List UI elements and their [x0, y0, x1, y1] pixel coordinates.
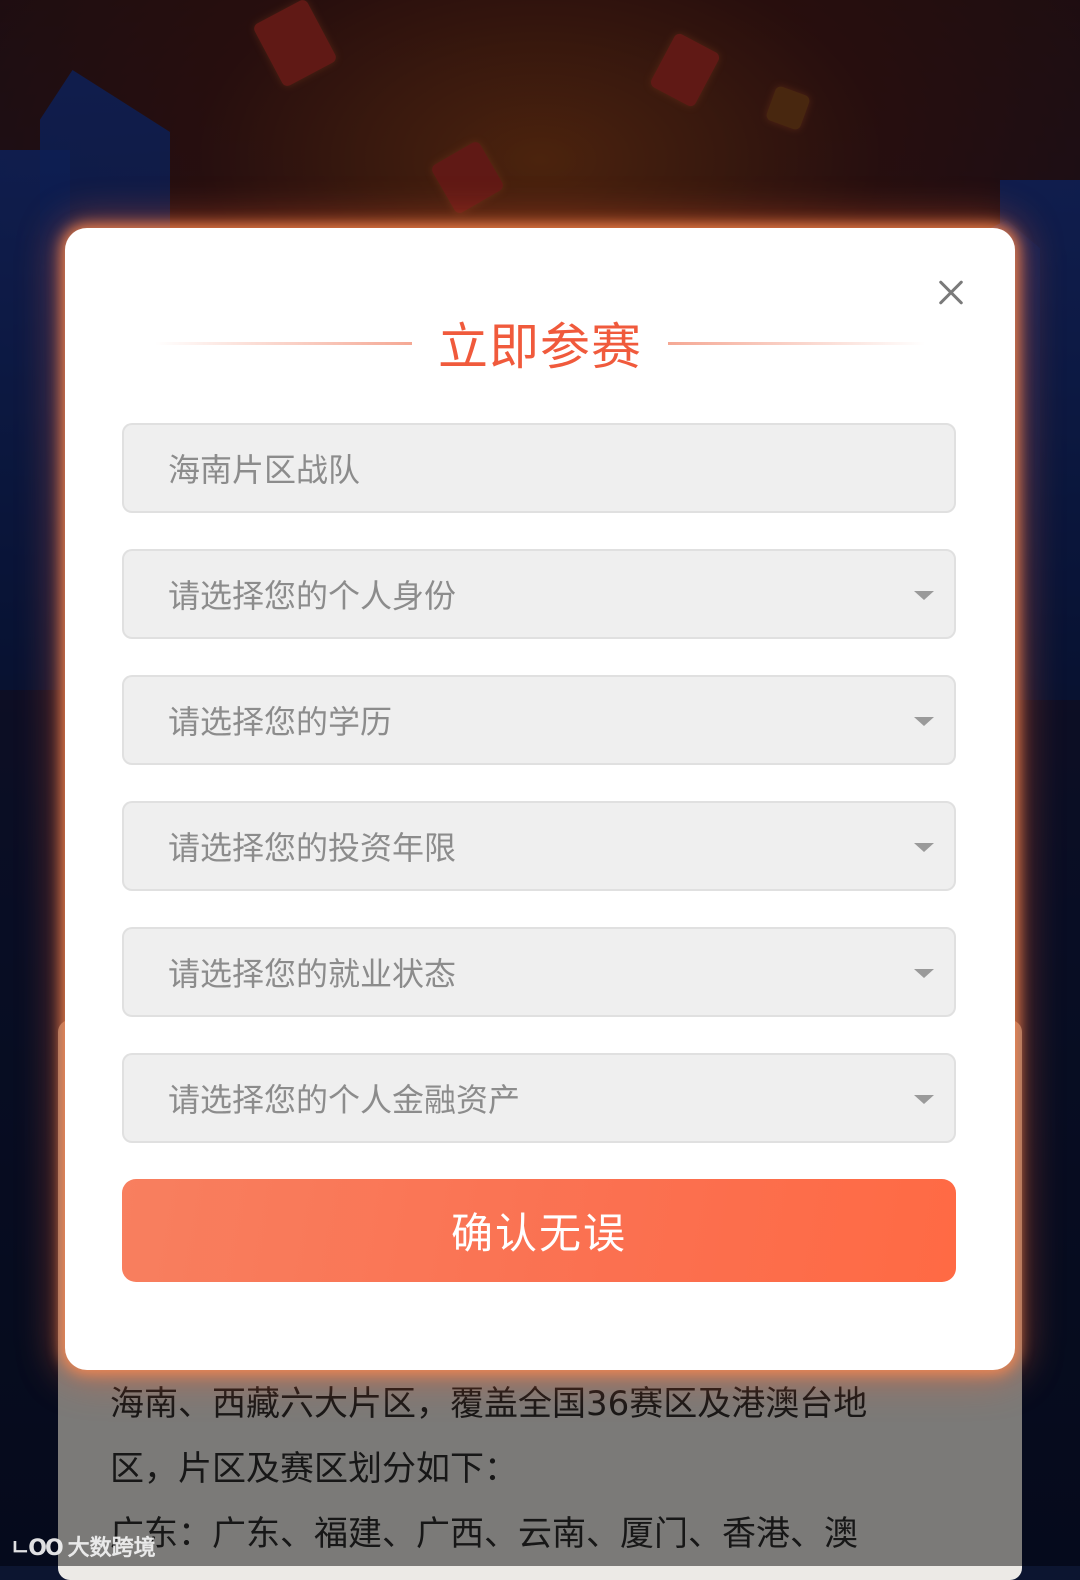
watermark-logo: ㄴOO: [10, 1536, 64, 1561]
financial-assets-select[interactable]: 请选择您的个人金融资产: [122, 1053, 956, 1143]
signup-modal: 立即参赛 海南片区战队 请选择您的个人身份 请选择您的学历 请选择您的投资年限 …: [65, 228, 1015, 1370]
identity-select-placeholder: 请选择您的个人身份: [168, 577, 457, 615]
identity-select[interactable]: 请选择您的个人身份: [122, 549, 956, 639]
financial-assets-select-placeholder: 请选择您的个人金融资产: [168, 1081, 521, 1119]
title-divider-right: [668, 341, 925, 345]
watermark: ㄴOO 大数跨境: [10, 1528, 156, 1564]
modal-title: 立即参赛: [438, 318, 642, 376]
close-icon[interactable]: [931, 272, 971, 312]
chevron-down-icon: [914, 843, 934, 852]
investment-years-select-placeholder: 请选择您的投资年限: [168, 829, 457, 867]
watermark-text: 大数跨境: [67, 1536, 156, 1561]
chevron-down-icon: [914, 717, 934, 726]
education-select-placeholder: 请选择您的学历: [168, 703, 393, 741]
employment-status-select[interactable]: 请选择您的就业状态: [122, 927, 956, 1017]
employment-status-select-placeholder: 请选择您的就业状态: [168, 955, 457, 993]
team-field[interactable]: 海南片区战队: [122, 423, 956, 513]
team-field-value: 海南片区战队: [168, 451, 361, 489]
education-select[interactable]: 请选择您的学历: [122, 675, 956, 765]
modal-header: 立即参赛: [155, 308, 925, 378]
confirm-button[interactable]: 确认无误: [122, 1179, 956, 1282]
investment-years-select[interactable]: 请选择您的投资年限: [122, 801, 956, 891]
title-divider-left: [155, 341, 412, 345]
chevron-down-icon: [914, 1095, 934, 1104]
chevron-down-icon: [914, 969, 934, 978]
chevron-down-icon: [914, 591, 934, 600]
